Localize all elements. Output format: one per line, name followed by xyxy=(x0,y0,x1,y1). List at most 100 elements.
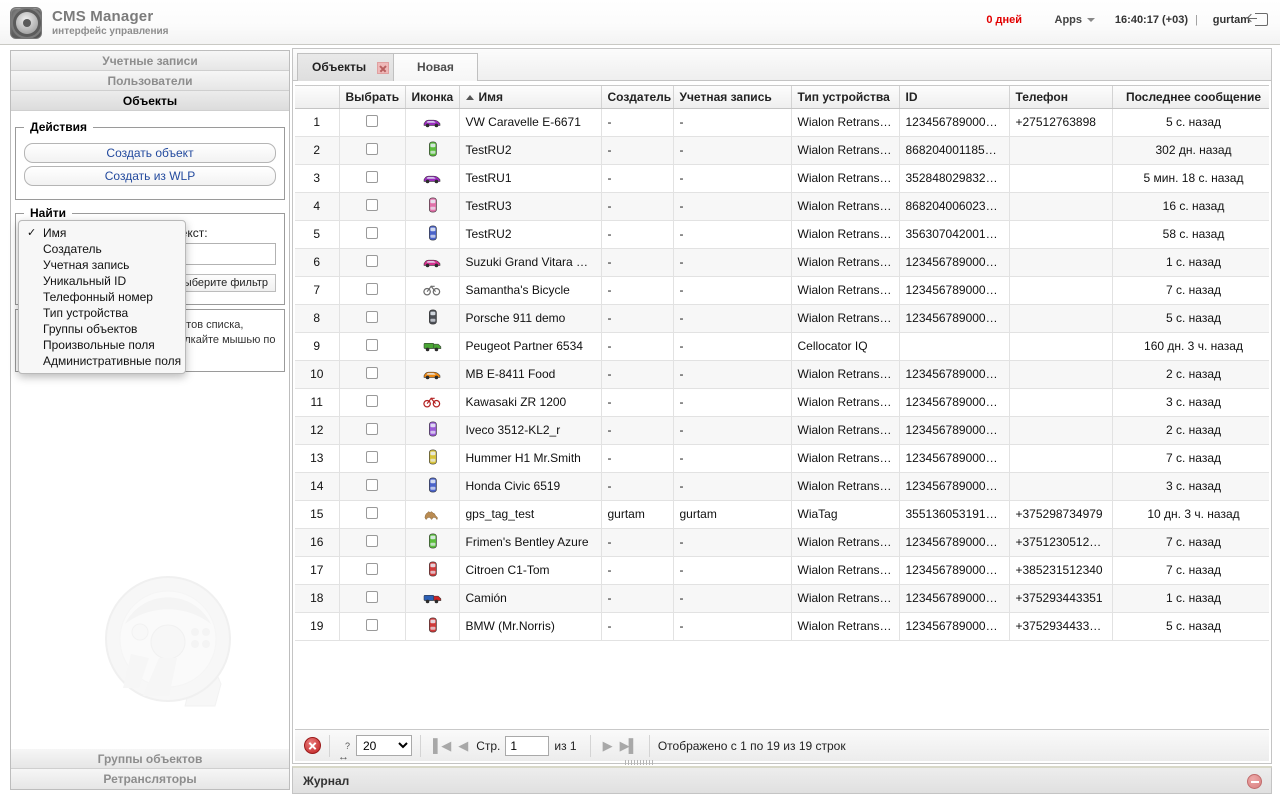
table-row[interactable]: 2 TestRU2--Wialon Retranslator8682040011… xyxy=(295,136,1269,164)
pagination-toolbar: ?↔ 2050100 ▌◀ ◀ Стр. из 1 ▶ ▶▌ Отображен… xyxy=(295,729,1269,761)
filter-dropdown-menu[interactable]: Имя Создатель Учетная запись Уникальный … xyxy=(18,220,186,374)
filter-option-creator[interactable]: Создатель xyxy=(19,241,185,257)
row-number: 15 xyxy=(295,500,339,528)
filter-option-device-type[interactable]: Тип устройства xyxy=(19,305,185,321)
column-header-name[interactable]: Имя xyxy=(459,86,601,108)
filter-option-unique-id[interactable]: Уникальный ID xyxy=(19,273,185,289)
filter-option-phone[interactable]: Телефонный номер xyxy=(19,289,185,305)
row-checkbox[interactable] xyxy=(366,115,378,127)
create-object-button[interactable]: Создать объект xyxy=(24,143,276,163)
tab-new[interactable]: Новая xyxy=(393,53,478,81)
tab-objects[interactable]: Объекты xyxy=(297,53,404,81)
table-row[interactable]: 17 Citroen C1-Tom--Wialon Retranslator12… xyxy=(295,556,1269,584)
column-header-account[interactable]: Учетная запись xyxy=(673,86,791,108)
table-row[interactable]: 6 Suzuki Grand Vitara S34--Wialon Retran… xyxy=(295,248,1269,276)
sidebar-item-users[interactable]: Пользователи xyxy=(11,71,289,91)
first-page-icon[interactable]: ▌◀ xyxy=(433,738,450,754)
row-checkbox[interactable] xyxy=(366,227,378,239)
table-row[interactable]: 11 Kawasaki ZR 1200--Wialon Retranslator… xyxy=(295,388,1269,416)
filter-option-object-groups[interactable]: Группы объектов xyxy=(19,321,185,337)
row-checkbox[interactable] xyxy=(366,311,378,323)
filter-option-admin-fields[interactable]: Административные поля xyxy=(19,353,185,369)
row-checkbox[interactable] xyxy=(366,591,378,603)
sidebar-item-object-groups[interactable]: Группы объектов xyxy=(11,749,289,769)
table-row[interactable]: 19 BMW (Mr.Norris)--Wialon Retranslator1… xyxy=(295,612,1269,640)
table-row[interactable]: 16 Frimen's Bentley Azure--Wialon Retran… xyxy=(295,528,1269,556)
prev-page-icon[interactable]: ◀ xyxy=(458,738,467,754)
sidebar: Учетные записи Пользователи Объекты Дейс… xyxy=(10,50,290,790)
page-number-input[interactable] xyxy=(505,736,549,756)
cell-device: Wialon Retranslator xyxy=(791,556,899,584)
table-row[interactable]: 8 Porsche 911 demo--Wialon Retranslator1… xyxy=(295,304,1269,332)
row-checkbox[interactable] xyxy=(366,423,378,435)
table-row[interactable]: 9 Peugeot Partner 6534--Cellocator IQ160… xyxy=(295,332,1269,360)
row-select-cell xyxy=(339,584,405,612)
sidebar-item-accounts[interactable]: Учетные записи xyxy=(11,51,289,71)
cell-creator: - xyxy=(601,164,673,192)
cell-creator: - xyxy=(601,388,673,416)
current-user-label[interactable]: gurtam xyxy=(1213,14,1250,26)
table-row[interactable]: 3 TestRU1--Wialon Retranslator3528480298… xyxy=(295,164,1269,192)
row-checkbox[interactable] xyxy=(366,283,378,295)
row-checkbox[interactable] xyxy=(366,619,378,631)
sidebar-item-objects[interactable]: Объекты xyxy=(11,91,289,111)
row-checkbox[interactable] xyxy=(366,171,378,183)
cell-account: - xyxy=(673,164,791,192)
row-checkbox[interactable] xyxy=(366,143,378,155)
close-icon[interactable] xyxy=(377,62,389,74)
row-checkbox[interactable] xyxy=(366,199,378,211)
cell-account: - xyxy=(673,192,791,220)
row-checkbox[interactable] xyxy=(366,255,378,267)
main-panel: Объекты Новая ВыбратьИконкаИмяСоздательУ… xyxy=(292,48,1272,764)
cell-name: Samantha's Bicycle xyxy=(459,276,601,304)
row-checkbox[interactable] xyxy=(366,395,378,407)
table-row[interactable]: 7 Samantha's Bicycle--Wialon Retranslato… xyxy=(295,276,1269,304)
row-checkbox[interactable] xyxy=(366,367,378,379)
vehicle-icon-car-green-top xyxy=(421,533,443,549)
sidebar-item-label: Ретрансляторы xyxy=(103,772,196,786)
cell-name: TestRU1 xyxy=(459,164,601,192)
column-header-creator[interactable]: Создатель xyxy=(601,86,673,108)
collapse-icon[interactable] xyxy=(1247,774,1262,789)
row-checkbox[interactable] xyxy=(366,563,378,575)
filter-option-name[interactable]: Имя xyxy=(19,225,185,241)
column-header-phone[interactable]: Телефон xyxy=(1009,86,1112,108)
resize-grip[interactable] xyxy=(625,760,655,765)
row-checkbox[interactable] xyxy=(366,451,378,463)
column-header-device[interactable]: Тип устройства xyxy=(791,86,899,108)
table-row[interactable]: 14 Honda Civic 6519--Wialon Retranslator… xyxy=(295,472,1269,500)
cell-id: 123456789000010 xyxy=(899,472,1009,500)
rows-per-page-select[interactable]: 2050100 xyxy=(356,735,412,756)
table-row[interactable]: 12 Iveco 3512-KL2_r--Wialon Retranslator… xyxy=(295,416,1269,444)
cell-name: VW Caravelle E-6671 xyxy=(459,108,601,136)
last-page-icon[interactable]: ▶▌ xyxy=(620,738,637,754)
cell-device: Wialon Retranslator xyxy=(791,164,899,192)
search-text-input[interactable] xyxy=(174,243,276,265)
table-row[interactable]: 5 TestRU2--Wialon Retranslator3563070420… xyxy=(295,220,1269,248)
column-header-num[interactable] xyxy=(295,86,339,108)
next-page-icon[interactable]: ▶ xyxy=(603,738,612,754)
column-header-select[interactable]: Выбрать xyxy=(339,86,405,108)
column-header-icon[interactable]: Иконка xyxy=(405,86,459,108)
row-checkbox[interactable] xyxy=(366,479,378,491)
row-checkbox[interactable] xyxy=(366,535,378,547)
row-checkbox[interactable] xyxy=(366,339,378,351)
stop-icon[interactable] xyxy=(304,737,321,754)
apps-menu-button[interactable]: Apps xyxy=(1055,14,1096,26)
table-row[interactable]: 15gps_tag_testgurtamgurtamWiaTag35513605… xyxy=(295,500,1269,528)
table-row[interactable]: 18 Camión--Wialon Retranslator1234567890… xyxy=(295,584,1269,612)
column-header-last[interactable]: Последнее сообщение xyxy=(1112,86,1269,108)
table-row[interactable]: 1 VW Caravelle E-6671--Wialon Retranslat… xyxy=(295,108,1269,136)
cell-name: Porsche 911 demo xyxy=(459,304,601,332)
table-row[interactable]: 10 MB E-8411 Food--Wialon Retranslator12… xyxy=(295,360,1269,388)
logout-icon[interactable] xyxy=(1255,13,1268,26)
table-row[interactable]: 13 Hummer H1 Mr.Smith--Wialon Retranslat… xyxy=(295,444,1269,472)
cell-phone: +375293443351 xyxy=(1009,584,1112,612)
filter-option-custom-fields[interactable]: Произвольные поля xyxy=(19,337,185,353)
column-header-id[interactable]: ID xyxy=(899,86,1009,108)
create-from-wlp-button[interactable]: Создать из WLP xyxy=(24,166,276,186)
filter-option-account[interactable]: Учетная запись xyxy=(19,257,185,273)
sidebar-item-retranslators[interactable]: Ретрансляторы xyxy=(11,769,289,789)
table-row[interactable]: 4 TestRU3--Wialon Retranslator8682040060… xyxy=(295,192,1269,220)
row-checkbox[interactable] xyxy=(366,507,378,519)
